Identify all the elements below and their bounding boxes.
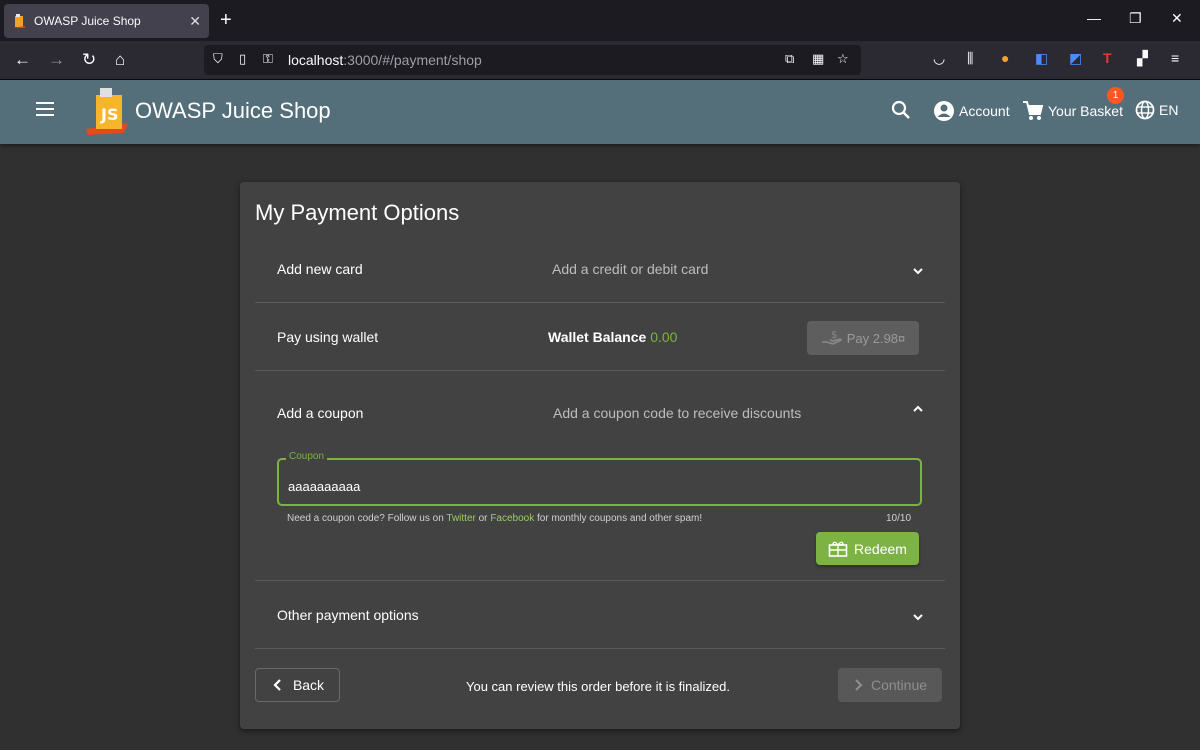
coupon-field-label: Coupon: [286, 451, 328, 462]
page-title: My Payment Options: [255, 200, 460, 225]
pay-hand-icon: $: [821, 330, 843, 345]
facebook-link[interactable]: Facebook: [490, 513, 534, 524]
payment-options-card: My Payment Options Add new card Add a cr…: [240, 182, 960, 729]
globe-icon: [1135, 100, 1155, 120]
key-icon[interactable]: ⚿: [263, 51, 273, 67]
chevron-down-icon[interactable]: [911, 264, 925, 278]
review-notice: You can review this order before it is f…: [466, 679, 730, 694]
hint-suffix: for monthly coupons and other spam!: [537, 513, 703, 524]
account-label: Account: [959, 103, 1010, 119]
wallet-balance-label: Wallet Balance: [548, 329, 647, 345]
chevron-up-icon[interactable]: [911, 402, 925, 416]
add-card-title: Add new card: [277, 261, 363, 277]
extension-language-icon[interactable]: ◩: [1069, 50, 1082, 67]
continue-button[interactable]: Continue: [838, 668, 942, 702]
pay-with-wallet-button[interactable]: $ Pay 2.98¤: [807, 321, 919, 355]
coupon-title: Add a coupon: [277, 405, 364, 421]
restore-window-icon[interactable]: ❐: [1129, 10, 1142, 27]
hint-or: or: [478, 513, 488, 524]
translate-icon[interactable]: ⧉: [785, 51, 794, 67]
pocket-icon[interactable]: ◡: [933, 50, 945, 67]
library-icon[interactable]: ⫼: [967, 50, 973, 67]
url-bar[interactable]: ⛉ ▯ ⚿ localhost:3000/#/payment/shop ⧉ ▦ …: [204, 45, 861, 75]
shield-icon[interactable]: ⛉: [213, 51, 223, 67]
coupon-description: Add a coupon code to receive discounts: [553, 405, 802, 421]
minimize-window-icon[interactable]: —: [1087, 10, 1101, 26]
extension-t-icon[interactable]: T: [1103, 50, 1112, 66]
chevron-left-icon: [273, 679, 281, 691]
coupon-char-counter: 10/10: [886, 513, 912, 524]
add-card-panel[interactable]: Add new card Add a credit or debit card: [255, 236, 945, 303]
language-button[interactable]: EN: [1135, 100, 1178, 120]
search-button[interactable]: [891, 100, 911, 120]
url-host: localhost: [288, 52, 344, 68]
extension-translate-icon[interactable]: ◧: [1035, 50, 1048, 67]
bookmark-star-icon[interactable]: ☆: [837, 51, 849, 67]
wallet-panel: Pay using wallet Wallet Balance 0.00 $ P…: [255, 303, 945, 371]
redeem-label: Redeem: [854, 540, 907, 557]
url-text[interactable]: localhost:3000/#/payment/shop: [288, 52, 482, 68]
wallet-title: Pay using wallet: [277, 329, 379, 345]
browser-tab-title: OWASP Juice Shop: [34, 14, 141, 28]
hamburger-menu-icon[interactable]: [36, 102, 54, 120]
back-arrow-icon[interactable]: ←: [14, 49, 31, 71]
basket-button[interactable]: Your Basket: [1022, 100, 1123, 122]
shopping-cart-icon: [1023, 101, 1044, 120]
close-window-icon[interactable]: ✕: [1171, 10, 1183, 27]
qr-code-icon[interactable]: ▦: [812, 51, 824, 67]
account-button[interactable]: Account: [933, 100, 1010, 122]
wallet-balance-value: 0.00: [650, 329, 678, 345]
language-label: EN: [1159, 102, 1179, 118]
close-tab-icon[interactable]: ✕: [189, 13, 201, 30]
redeem-gift-icon: [828, 541, 848, 557]
coupon-field[interactable]: Coupon: [277, 451, 922, 506]
new-tab-button[interactable]: +: [220, 9, 232, 31]
twitter-link[interactable]: Twitter: [446, 513, 475, 524]
svg-text:$: $: [831, 330, 837, 341]
coupon-input[interactable]: [288, 479, 888, 494]
app-title[interactable]: OWASP Juice Shop: [135, 98, 331, 124]
basket-count-badge: 1: [1107, 87, 1124, 104]
wallet-balance: Wallet Balance 0.00: [548, 329, 677, 345]
extension-local-icon[interactable]: ●: [1001, 50, 1009, 66]
app-header: JS OWASP Juice Shop Account Your Basket …: [0, 80, 1200, 144]
redeem-button[interactable]: Redeem: [816, 532, 919, 565]
juice-shop-favicon-icon: [13, 14, 25, 28]
browser-toolbar: ← → ↻ ⌂ ⛉ ▯ ⚿ localhost:3000/#/payment/s…: [0, 41, 1200, 80]
coupon-hint: Need a coupon code? Follow us on Twitter…: [287, 513, 702, 524]
add-card-description: Add a credit or debit card: [552, 261, 709, 277]
account-circle-icon: [934, 101, 954, 121]
other-payment-panel[interactable]: Other payment options: [255, 581, 945, 649]
browser-tab[interactable]: OWASP Juice Shop ✕: [4, 4, 209, 38]
pay-button-label: Pay 2.98¤: [846, 330, 906, 346]
reload-icon[interactable]: ↻: [82, 49, 96, 71]
continue-label: Continue: [870, 677, 928, 693]
page-icon[interactable]: ▯: [239, 51, 246, 67]
home-icon[interactable]: ⌂: [115, 49, 125, 71]
menu-icon[interactable]: ≡: [1171, 50, 1179, 66]
forward-arrow-icon[interactable]: →: [48, 49, 65, 71]
chevron-right-icon: [855, 679, 863, 691]
other-payment-title: Other payment options: [277, 607, 419, 623]
coupon-panel: Add a coupon Add a coupon code to receiv…: [255, 371, 945, 581]
chevron-down-icon[interactable]: [911, 610, 925, 624]
basket-label: Your Basket: [1048, 103, 1123, 119]
browser-tab-bar: OWASP Juice Shop ✕ + — ❐ ✕: [0, 0, 1200, 41]
hint-prefix: Need a coupon code? Follow us on: [287, 513, 444, 524]
back-label: Back: [292, 677, 325, 693]
url-path: :3000/#/payment/shop: [343, 52, 482, 68]
back-button[interactable]: Back: [255, 668, 340, 702]
search-icon: [891, 100, 910, 119]
juice-shop-logo[interactable]: JS: [84, 85, 130, 137]
extensions-icon[interactable]: ▞: [1137, 50, 1148, 67]
svg-text:JS: JS: [100, 105, 118, 124]
